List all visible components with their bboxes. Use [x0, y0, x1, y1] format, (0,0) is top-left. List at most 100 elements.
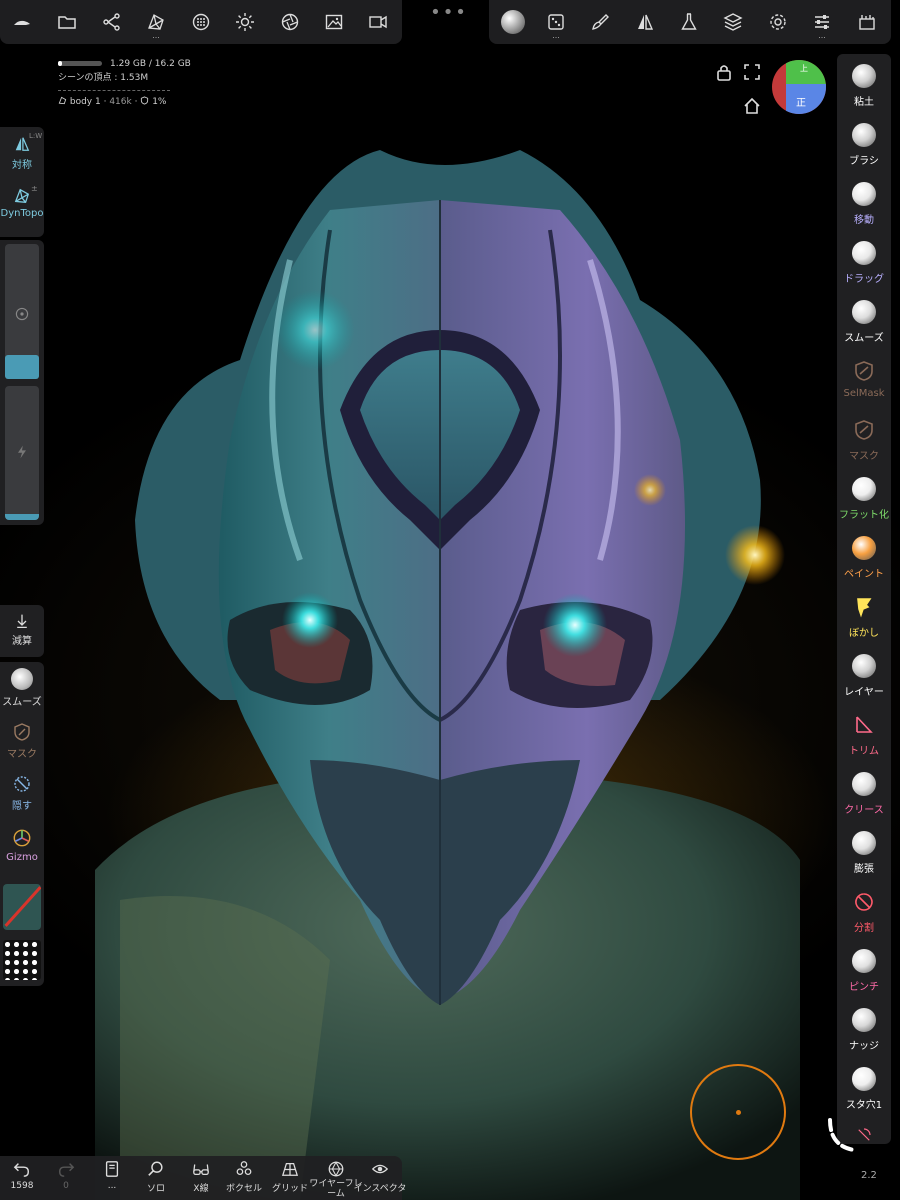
tool-9[interactable]: ぼかし: [837, 589, 891, 647]
quick-hide-button[interactable]: 隠す: [0, 774, 44, 812]
image-icon: [325, 14, 343, 30]
undo-count: 1598: [10, 1181, 34, 1191]
tool-label: 膨張: [854, 864, 874, 875]
dyntopo-icon: [14, 188, 30, 203]
background-button[interactable]: [314, 2, 354, 42]
interface-button[interactable]: [847, 2, 887, 42]
tool-15[interactable]: ピンチ: [837, 943, 891, 1001]
stroke-button[interactable]: [580, 2, 620, 42]
menu-button[interactable]: [2, 2, 42, 42]
gizmo-icon: [13, 829, 31, 847]
top-left-toolbar: ...: [0, 0, 402, 44]
tool-0[interactable]: 粘土: [837, 58, 891, 116]
tool-14[interactable]: 分割: [837, 884, 891, 942]
xray-button[interactable]: X線: [179, 1160, 223, 1194]
material-preview-button[interactable]: [493, 2, 533, 42]
grid-label: グリッド: [271, 1184, 308, 1194]
tool-4[interactable]: スムーズ: [837, 294, 891, 352]
brush-ball-icon: [852, 654, 876, 678]
camera-settings-button[interactable]: [270, 2, 310, 42]
arrow-down-icon: [17, 614, 27, 629]
magnifier-icon: [148, 1161, 163, 1176]
dyntopo-label: DynTopo: [0, 208, 44, 219]
tool-3[interactable]: ドラッグ: [837, 235, 891, 293]
quick-smooth-button[interactable]: スムーズ: [0, 668, 44, 708]
tool-label: ぼかし: [849, 628, 879, 639]
tool-10[interactable]: レイヤー: [837, 648, 891, 706]
gizmo-button[interactable]: Gizmo: [0, 827, 44, 863]
lighting-button[interactable]: [225, 2, 265, 42]
flask-icon: [681, 13, 697, 30]
material-swatch[interactable]: [3, 884, 41, 930]
decimate-button[interactable]: 減算: [0, 613, 44, 647]
quick-mask-button[interactable]: マスク: [0, 722, 44, 760]
redo-button[interactable]: 0: [44, 1160, 88, 1191]
blur-icon: [857, 598, 872, 618]
3d-viewport[interactable]: [0, 0, 900, 1200]
tool-label: ピンチ: [849, 982, 879, 993]
lazy-mouse-icon[interactable]: [824, 1116, 868, 1160]
gear-icon: [770, 14, 786, 30]
material-button[interactable]: [181, 2, 221, 42]
tool-11[interactable]: トリム: [837, 707, 891, 765]
sun-icon: [236, 13, 254, 31]
dice-icon: [548, 14, 564, 30]
quick-smooth-label: スムーズ: [2, 697, 42, 708]
tool-label: ドラッグ: [844, 274, 884, 285]
radius-slider-thumb[interactable]: [5, 355, 39, 379]
symmetry-toggle[interactable]: 対称 L:W: [0, 132, 44, 171]
dyntopo-badge: ±: [31, 184, 38, 193]
symmetry-tool-button[interactable]: [625, 2, 665, 42]
brush-icon: [592, 14, 609, 30]
intensity-slider[interactable]: [5, 386, 39, 520]
tool-12[interactable]: クリース: [837, 766, 891, 824]
fullscreen-button[interactable]: [742, 62, 762, 82]
mask-icon: [14, 723, 30, 741]
topology-button[interactable]: ...: [136, 2, 176, 42]
view-gizmo[interactable]: 上 正: [772, 60, 826, 114]
tool-13[interactable]: 膨張: [837, 825, 891, 883]
object-face-count: 416k: [109, 97, 132, 107]
tool-16[interactable]: ナッジ: [837, 1002, 891, 1060]
adjust-button[interactable]: ...: [802, 2, 842, 42]
settings-button[interactable]: [758, 2, 798, 42]
alpha-texture-swatch[interactable]: [3, 940, 41, 980]
record-button[interactable]: [358, 2, 398, 42]
tool-1[interactable]: ブラシ: [837, 117, 891, 175]
layers-button[interactable]: [713, 2, 753, 42]
glasses-icon: [193, 1164, 209, 1176]
files-button[interactable]: [47, 2, 87, 42]
symmetry-label: 対称: [12, 160, 32, 171]
top-drag-handle[interactable]: •••: [430, 4, 468, 22]
quick-mask-label: マスク: [7, 749, 37, 760]
tool-label: SelMask: [843, 388, 885, 399]
dyntopo-toggle[interactable]: DynTopo ±: [0, 184, 44, 219]
wireframe-button[interactable]: ワイヤーフレーム: [309, 1160, 363, 1199]
dice-button[interactable]: ...: [536, 2, 576, 42]
tool-7[interactable]: フラット化: [837, 471, 891, 529]
object-hidden-percent: 1%: [152, 97, 167, 107]
scene-button[interactable]: [92, 2, 132, 42]
voxel-button[interactable]: ボクセル: [222, 1160, 266, 1194]
more-indicator: ...: [818, 31, 826, 40]
tool-17[interactable]: スタ穴1: [837, 1061, 891, 1119]
quick-hide-label: 隠す: [12, 801, 32, 812]
sculpt-model[interactable]: [0, 0, 900, 1200]
tool-5[interactable]: SelMask: [837, 353, 891, 411]
lock-camera-button[interactable]: [714, 62, 734, 82]
home-view-button[interactable]: [742, 96, 762, 116]
tool-2[interactable]: 移動: [837, 176, 891, 234]
tool-6[interactable]: マスク: [837, 412, 891, 470]
brush-ball-icon: [852, 536, 876, 560]
inspector-button[interactable]: インスペクタ: [354, 1160, 406, 1194]
tool-label: スムーズ: [844, 333, 884, 344]
solo-button[interactable]: ソロ: [134, 1160, 178, 1194]
tool-8[interactable]: ペイント: [837, 530, 891, 588]
tools-button[interactable]: [669, 2, 709, 42]
history-button[interactable]: ...: [90, 1160, 134, 1191]
memory-usage: 1.29 GB / 16.2 GB: [110, 59, 191, 69]
gizmo-top-label: 上: [800, 64, 808, 73]
brush-ball-icon: [852, 949, 876, 973]
undo-button[interactable]: 1598: [0, 1160, 44, 1191]
scene-stats: 1.29 GB / 16.2 GB シーンの頂点 : 1.53M body 1 …: [58, 59, 191, 107]
